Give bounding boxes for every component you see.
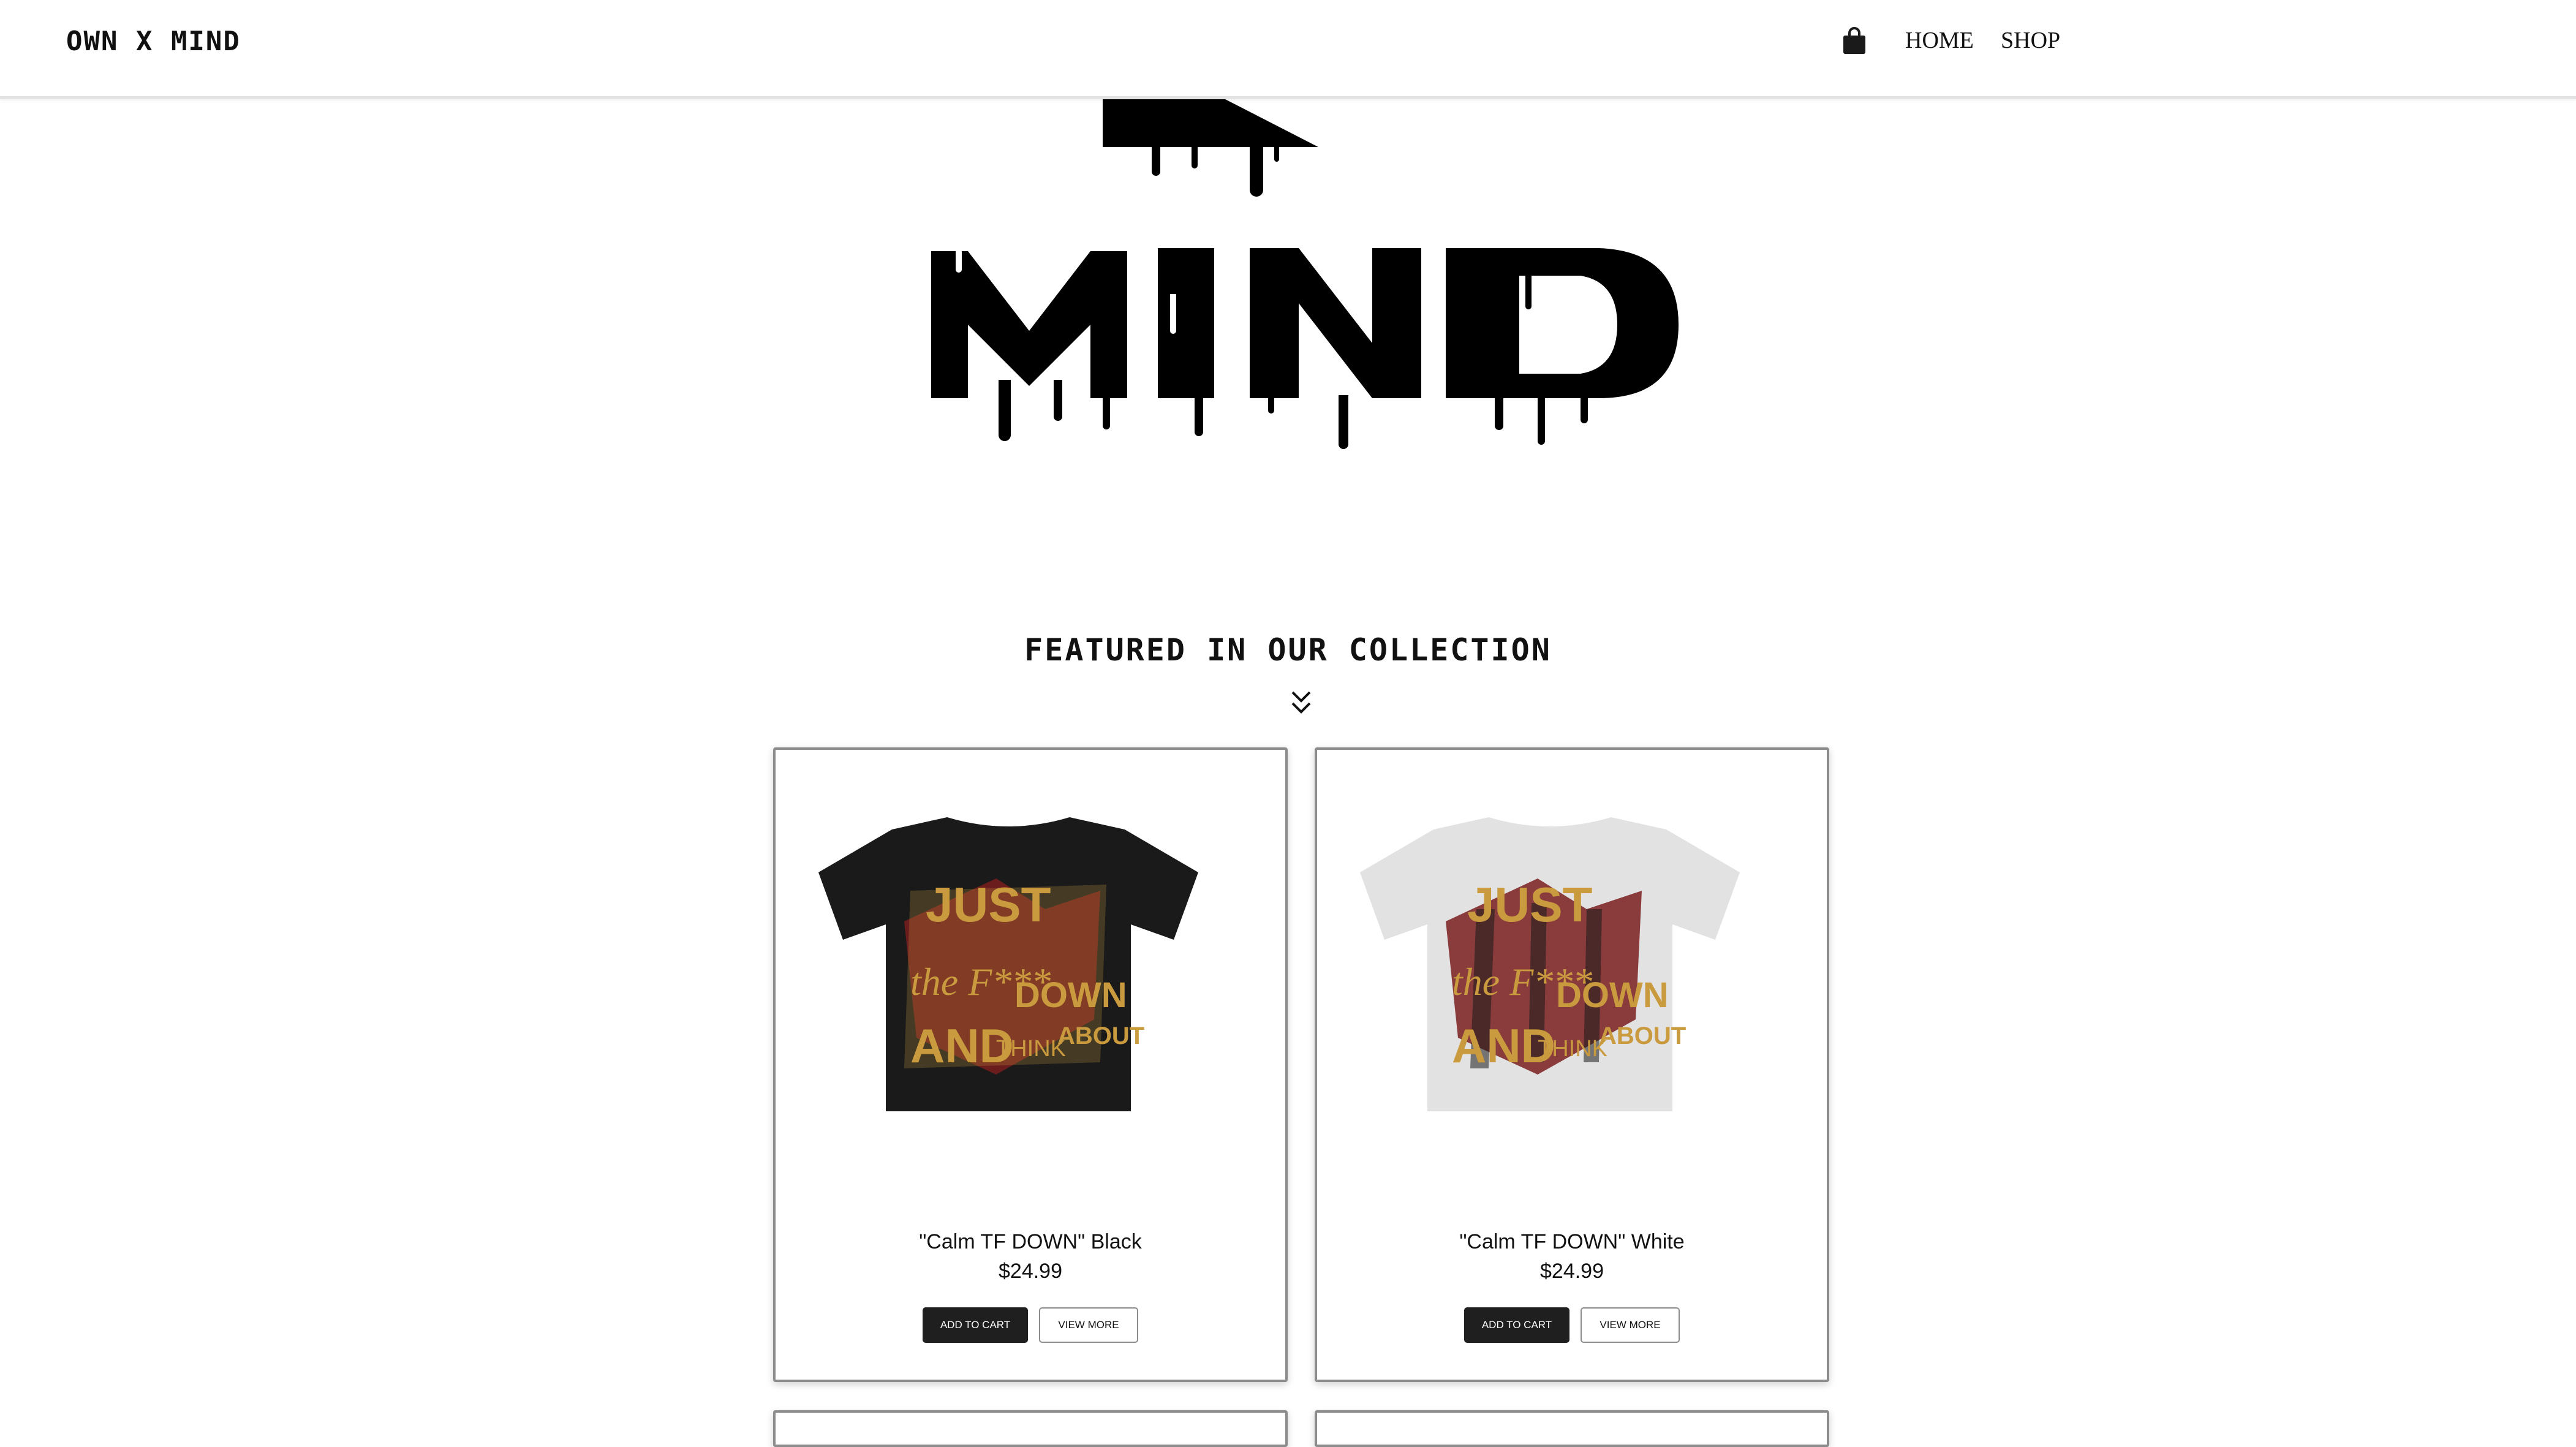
svg-text:THINK: THINK	[996, 1036, 1066, 1062]
site-header: OWN X MIND HOME SHOP	[0, 0, 2576, 99]
product-card[interactable]: JUST the F*** DOWN AND THINK ABOUT "Calm…	[773, 747, 1288, 1382]
shopping-bag-icon[interactable]	[1842, 27, 1867, 55]
svg-text:JUST: JUST	[1467, 877, 1593, 932]
svg-text:ABOUT: ABOUT	[1599, 1022, 1686, 1049]
product-actions: ADD TO CART VIEW MORE	[776, 1307, 1285, 1343]
product-card[interactable]	[773, 1410, 1288, 1447]
featured-section-title: FEATURED IN OUR COLLECTION	[1024, 632, 1552, 668]
nav-home-link[interactable]: HOME	[1905, 27, 1974, 54]
view-more-button[interactable]: VIEW MORE	[1039, 1307, 1138, 1343]
product-image[interactable]: JUST the F*** DOWN AND THINK ABOUT	[812, 817, 1204, 1124]
svg-text:DOWN: DOWN	[1014, 975, 1127, 1015]
nav-shop-link[interactable]: SHOP	[2001, 27, 2060, 54]
product-name[interactable]: "Calm TF DOWN" Black	[776, 1230, 1285, 1254]
product-card[interactable]: JUST the F*** DOWN AND THINK ABOUT "Calm…	[1315, 747, 1829, 1382]
svg-text:THINK: THINK	[1538, 1036, 1607, 1062]
double-chevron-down-icon[interactable]	[1289, 689, 1313, 717]
product-price: $24.99	[999, 1260, 1062, 1283]
product-card[interactable]	[1315, 1410, 1829, 1447]
view-more-button[interactable]: VIEW MORE	[1581, 1307, 1680, 1343]
site-logo[interactable]: OWN X MIND	[66, 26, 241, 57]
svg-text:JUST: JUST	[926, 877, 1051, 932]
product-name[interactable]: "Calm TF DOWN" White	[1317, 1230, 1827, 1254]
product-price: $24.99	[1540, 1260, 1604, 1283]
add-to-cart-button[interactable]: ADD TO CART	[923, 1307, 1028, 1343]
product-actions: ADD TO CART VIEW MORE	[1317, 1307, 1827, 1343]
product-image[interactable]: JUST the F*** DOWN AND THINK ABOUT	[1354, 817, 1746, 1124]
svg-text:DOWN: DOWN	[1556, 975, 1669, 1015]
add-to-cart-button[interactable]: ADD TO CART	[1464, 1307, 1569, 1343]
svg-text:ABOUT: ABOUT	[1057, 1022, 1144, 1049]
hero-drip-logo	[931, 99, 1679, 449]
